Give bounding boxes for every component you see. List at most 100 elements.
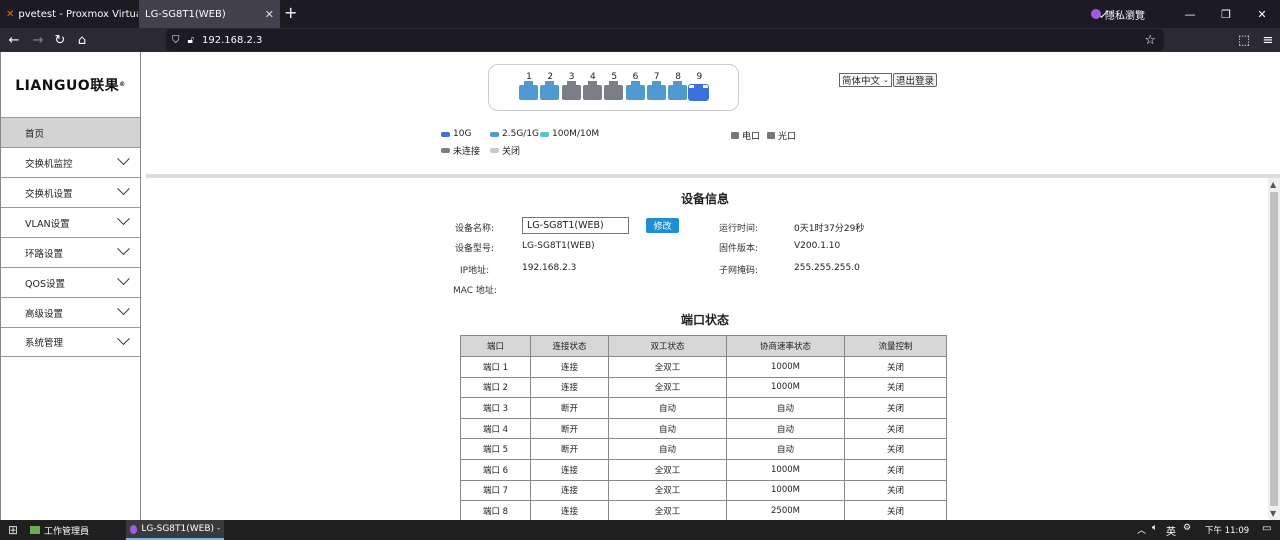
table-cell: 端口 3 (460, 397, 531, 419)
bookmark-star-icon[interactable]: ☆ (1144, 33, 1156, 48)
legend-label: 未连接 (453, 147, 481, 157)
restore-icon[interactable]: ❐ (1208, 8, 1244, 21)
menu-icon[interactable]: ≡ (1260, 33, 1276, 48)
private-mask-icon (130, 524, 138, 534)
ip-value: 192.168.2.3 (522, 263, 577, 273)
port-icon-8[interactable] (668, 81, 688, 100)
port-icon-5[interactable] (604, 81, 624, 100)
reload-icon[interactable]: ↻ (52, 33, 68, 48)
legend-electric: 电口 (731, 129, 760, 142)
legend-swatch (490, 131, 499, 137)
table-cell: 全双工 (608, 479, 727, 502)
port-icon-7[interactable] (646, 81, 666, 100)
port-icon-2[interactable] (540, 81, 560, 100)
insecure-lock-icon[interactable]: 🔓︎ (188, 35, 194, 46)
table-cell: 关闭 (844, 397, 947, 419)
back-icon[interactable]: ← (6, 33, 22, 48)
volume-icon[interactable]: 🔈︎ (1152, 523, 1157, 533)
table-row: 端口 1 连接 全双工 1000M 关闭 (460, 356, 947, 378)
new-tab-button[interactable]: + (284, 3, 297, 22)
legend-swatch (441, 148, 450, 153)
port-icon-6[interactable] (625, 81, 645, 100)
sidebar-item-vlan[interactable]: VLAN设置 (1, 207, 140, 237)
mac-label: MAC 地址: (453, 286, 497, 296)
start-icon[interactable]: ⊞ (4, 520, 22, 540)
chevron-down-icon (117, 212, 130, 226)
sidebar-item-loop[interactable]: 环路设置 (1, 237, 140, 267)
table-cell: 端口 6 (460, 458, 531, 481)
scroll-down-icon[interactable]: ▼ (1270, 509, 1276, 518)
port-icon-3[interactable] (561, 81, 581, 100)
legend-25g: 2.5G/1G (490, 129, 539, 139)
scrollbar[interactable]: ▲ ▼ (1268, 178, 1280, 520)
edit-name-button[interactable]: 修改 (646, 218, 679, 233)
port-icon-1[interactable] (519, 81, 538, 100)
table-cell: 2500M (726, 500, 845, 522)
browser-tab-bar: ✕ pvetest - Proxmox Virtual Env ✕ LG-SG8… (0, 0, 1280, 28)
firmware-value: V200.1.10 (794, 241, 841, 251)
table-cell: 连接 (530, 500, 609, 522)
shield-icon[interactable]: ⛉ (172, 35, 180, 46)
tab-proxmox[interactable]: ✕ pvetest - Proxmox Virtual Env ✕ (0, 0, 138, 28)
edit-button-label: 修改 (653, 222, 672, 232)
taskbar-task-manager[interactable]: 工作管理員 (26, 520, 124, 540)
close-tab-icon[interactable]: ✕ (261, 8, 274, 21)
clock[interactable]: 下午 11:09 (1205, 524, 1249, 536)
sidebar-item-qos[interactable]: QOS设置 (1, 267, 140, 297)
device-name-input[interactable]: LG-SG8T1(WEB) (522, 217, 629, 234)
tray-chevron-up-icon[interactable]: ︿ (1137, 523, 1146, 536)
table-cell: 1000M (726, 356, 845, 378)
table-cell: 端口 2 (460, 376, 531, 399)
sidebar-item-home[interactable]: 首页 (1, 117, 140, 147)
close-window-icon[interactable]: ✕ (1244, 8, 1280, 21)
legend-label: 2.5G/1G (502, 129, 540, 139)
table-cell: 端口 5 (460, 438, 531, 460)
sidebar-item-label: 交换机设置 (25, 188, 73, 200)
chevron-down-icon (117, 272, 130, 286)
chevron-down-icon (117, 332, 130, 346)
sidebar-item-label: 首页 (25, 128, 45, 140)
scroll-up-icon[interactable]: ▲ (1270, 180, 1276, 189)
taskbar: ⊞ 工作管理員 LG-SG8T1(WEB) — ... ︿ 🔈︎ 英 ⚙ 下午 … (0, 520, 1280, 540)
url-bar[interactable]: ⛉ 🔓︎ 192.168.2.3 ☆ (166, 29, 1164, 51)
sidebar-item-system[interactable]: 系统管理 (1, 327, 140, 357)
port-icon-4[interactable] (582, 81, 602, 100)
table-cell: 自动 (726, 397, 845, 419)
table-cell: 端口 8 (460, 500, 531, 522)
uptime-value: 0天1时37分29秒 (794, 224, 865, 234)
ime-indicator[interactable]: 英 (1166, 523, 1176, 538)
language-select[interactable]: 简体中文 ⌄ (839, 73, 892, 87)
table-row: 端口 4 断开 自动 自动 关闭 (460, 417, 947, 440)
table-cell: 关闭 (844, 356, 947, 378)
taskbar-browser[interactable]: LG-SG8T1(WEB) — ... (126, 520, 224, 540)
table-body: 端口 1 连接 全双工 1000M 关闭 端口 2 连接 全双工 1000M 关闭 端口 3 断开 自动… (460, 356, 947, 522)
task-manager-icon (30, 526, 40, 534)
private-browsing-badge: 隱私瀏覽 (1091, 0, 1145, 28)
home-icon[interactable]: ⌂ (74, 33, 90, 48)
table-header-cell: 双工状态 (608, 335, 727, 357)
tab-switch[interactable]: LG-SG8T1(WEB) ✕ (139, 0, 280, 28)
device-model-value: LG-SG8T1(WEB) (522, 241, 595, 251)
device-model-label: 设备型号: (455, 244, 495, 254)
table-cell: 自动 (726, 438, 845, 460)
forward-icon[interactable]: → (30, 33, 46, 48)
minimize-icon[interactable]: — (1172, 8, 1208, 21)
extensions-icon[interactable]: ⬚ (1236, 33, 1252, 48)
taskbar-label: 工作管理員 (44, 526, 90, 537)
table-cell: 端口 1 (460, 356, 531, 378)
sidebar-item-switch-monitor[interactable]: 交换机监控 (1, 147, 140, 177)
sidebar-item-advanced[interactable]: 高级设置 (1, 297, 140, 327)
table-cell: 自动 (608, 397, 727, 419)
url-text[interactable]: 192.168.2.3 (202, 35, 262, 46)
sidebar-item-label: 系统管理 (25, 338, 64, 349)
table-row: 端口 3 断开 自动 自动 关闭 (460, 397, 947, 419)
ime-settings-icon[interactable]: ⚙ (1183, 523, 1191, 533)
taskbar-label: LG-SG8T1(WEB) — ... (141, 524, 220, 534)
port-icon-9[interactable] (688, 84, 710, 101)
table-cell: 1000M (726, 376, 845, 399)
table-cell: 关闭 (844, 479, 947, 502)
scrollbar-thumb[interactable] (1270, 192, 1278, 506)
logout-button[interactable]: 退出登录 (893, 73, 938, 87)
sidebar-item-switch-settings[interactable]: 交换机设置 (1, 177, 140, 207)
notification-icon[interactable]: ▭ (1262, 523, 1271, 534)
